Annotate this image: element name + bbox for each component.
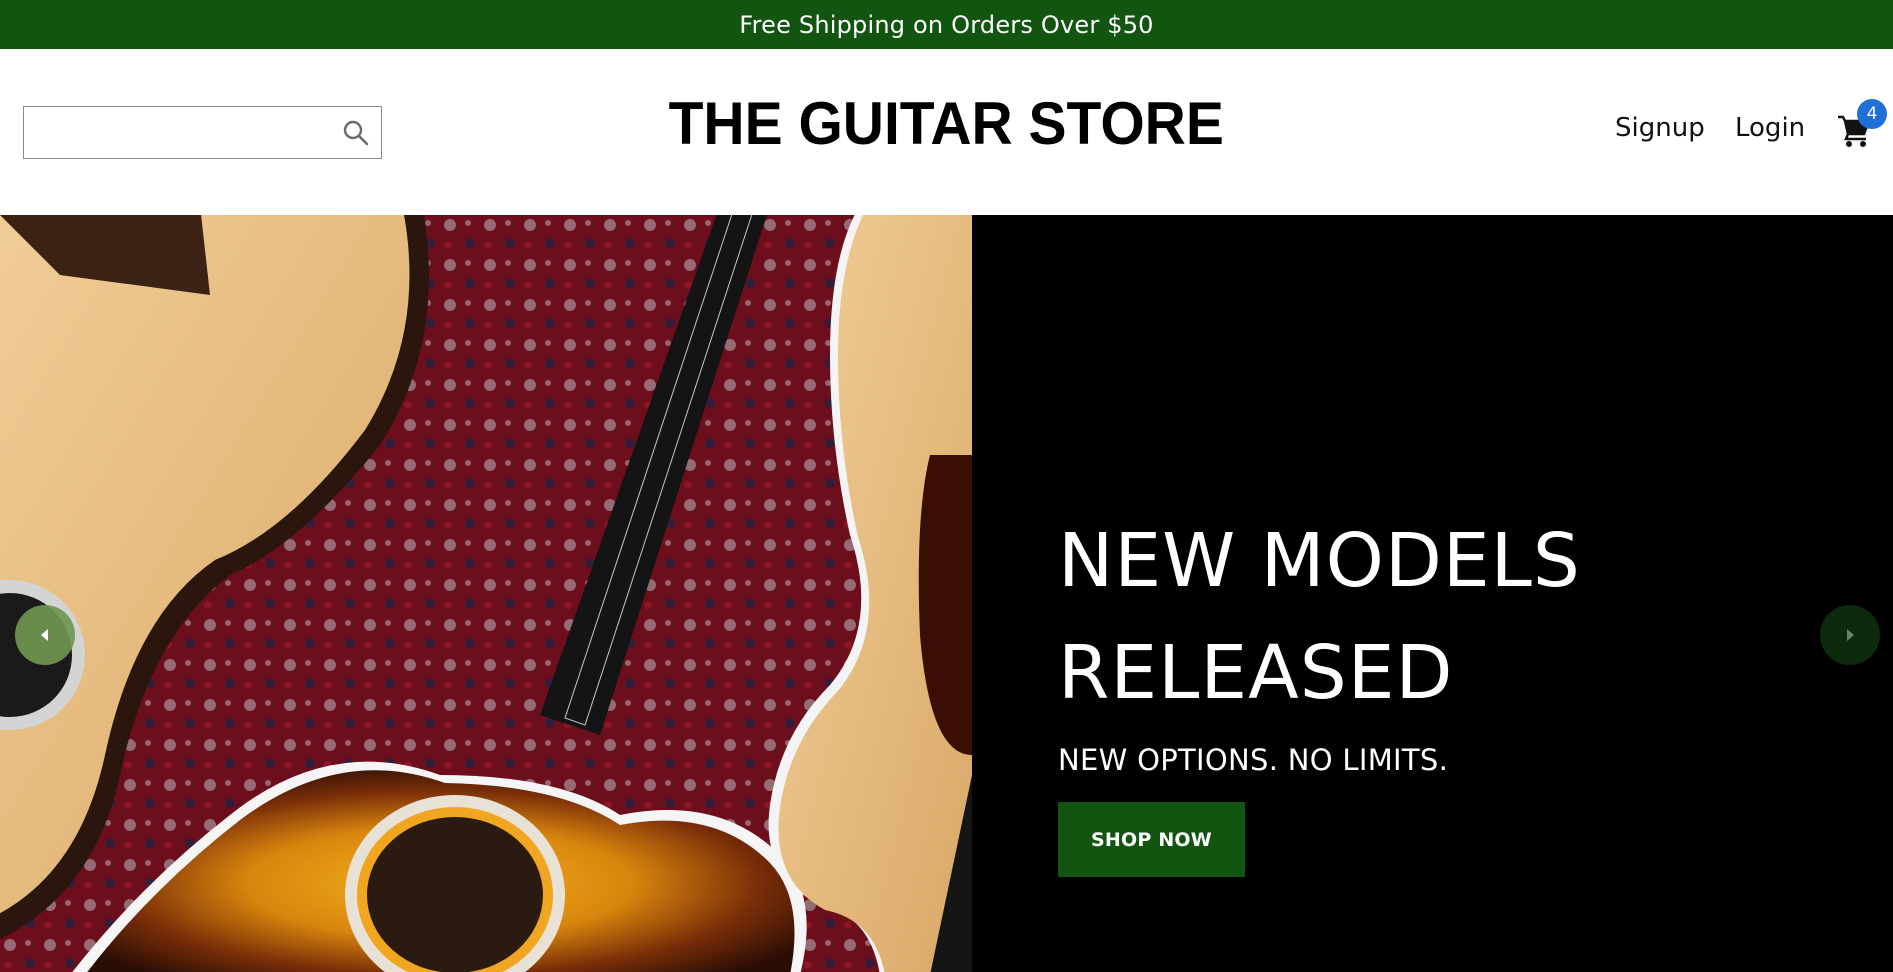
- search-bar: [23, 106, 382, 159]
- promo-text: Free Shipping on Orders Over $50: [739, 10, 1154, 39]
- carousel-prev-button[interactable]: [15, 605, 75, 665]
- hero-copy: NEW MODELS RELEASED NEW OPTIONS. NO LIMI…: [1058, 505, 1698, 777]
- hero-guitars-image: [0, 215, 972, 972]
- chevron-right-icon: [1847, 629, 1854, 641]
- chevron-left-icon: [41, 629, 48, 641]
- promo-banner: Free Shipping on Orders Over $50: [0, 0, 1893, 49]
- carousel-next-button[interactable]: [1820, 605, 1880, 665]
- hero-title: NEW MODELS RELEASED: [1058, 518, 1581, 716]
- cart-count-badge: 4: [1857, 99, 1887, 129]
- search-input[interactable]: [24, 107, 331, 158]
- site-header: THE GUITAR STORE Signup Login 4: [0, 49, 1893, 215]
- signup-link[interactable]: Signup: [1615, 113, 1705, 143]
- hero-carousel: NEW MODELS RELEASED NEW OPTIONS. NO LIMI…: [0, 215, 1893, 972]
- hero-subtitle: NEW OPTIONS. NO LIMITS.: [1058, 743, 1449, 777]
- login-link[interactable]: Login: [1735, 113, 1805, 143]
- shop-now-button[interactable]: SHOP NOW: [1058, 802, 1245, 877]
- logo-text[interactable]: THE GUITAR STORE: [669, 89, 1224, 158]
- search-icon[interactable]: [331, 107, 381, 158]
